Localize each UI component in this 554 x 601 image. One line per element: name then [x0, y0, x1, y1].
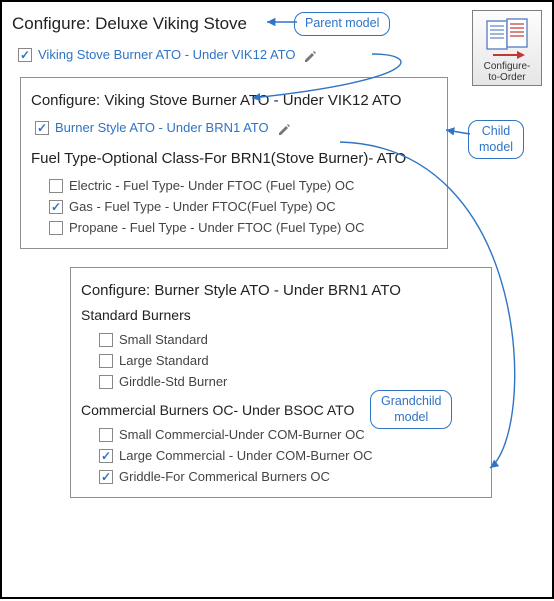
pencil-icon[interactable]	[277, 121, 291, 135]
checkbox-burner-style[interactable]	[35, 121, 49, 135]
commercial-burner-option-label: Griddle-For Commerical Burners OC	[119, 469, 330, 484]
option-viking-stove-burner[interactable]: Viking Stove Burner ATO - Under VIK12 AT…	[38, 47, 295, 62]
checkbox[interactable]	[49, 179, 63, 193]
callout-parent-model: Parent model	[294, 12, 390, 36]
fuel-type-option-label: Propane - Fuel Type - Under FTOC (Fuel T…	[69, 220, 365, 235]
callout-child-model: Child model	[468, 120, 524, 159]
fuel-type-options: Electric - Fuel Type- Under FTOC (Fuel T…	[31, 175, 437, 238]
checkbox[interactable]	[99, 354, 113, 368]
standard-burner-option-label: Girddle-Std Burner	[119, 374, 227, 389]
commercial-burners-options: Small Commercial-Under COM-Burner OC Lar…	[81, 424, 481, 487]
fuel-type-option-label: Gas - Fuel Type - Under FTOC(Fuel Type) …	[69, 199, 336, 214]
checkbox[interactable]	[99, 375, 113, 389]
child-model-panel: Configure: Viking Stove Burner ATO - Und…	[20, 77, 448, 249]
callout-grandchild-model: Grandchild model	[370, 390, 452, 429]
checkbox[interactable]	[49, 200, 63, 214]
grandchild-panel-title: Configure: Burner Style ATO - Under BRN1…	[81, 282, 481, 299]
checkbox[interactable]	[99, 428, 113, 442]
standard-burners-title: Standard Burners	[81, 307, 481, 323]
commercial-burner-option-label: Large Commercial - Under COM-Burner OC	[119, 448, 373, 463]
standard-burner-option-label: Small Standard	[119, 332, 208, 347]
configure-to-order-tile: Configure- to-Order	[472, 10, 542, 86]
checkbox[interactable]	[49, 221, 63, 235]
page-title: Configure: Deluxe Viking Stove	[12, 14, 542, 34]
documents-icon	[483, 17, 531, 61]
pencil-icon[interactable]	[303, 48, 317, 62]
fuel-type-option-label: Electric - Fuel Type- Under FTOC (Fuel T…	[69, 178, 354, 193]
arrow-child-callout	[446, 130, 470, 134]
fuel-type-group-title: Fuel Type-Optional Class-For BRN1(Stove …	[31, 150, 437, 167]
grandchild-model-panel: Configure: Burner Style ATO - Under BRN1…	[70, 267, 492, 498]
child-panel-title: Configure: Viking Stove Burner ATO - Und…	[31, 92, 437, 109]
checkbox-viking-stove-burner[interactable]	[18, 48, 32, 62]
checkbox[interactable]	[99, 470, 113, 484]
checkbox[interactable]	[99, 333, 113, 347]
standard-burners-options: Small Standard Large Standard Girddle-St…	[81, 329, 481, 392]
standard-burner-option-label: Large Standard	[119, 353, 209, 368]
configure-to-order-label: Configure- to-Order	[484, 61, 531, 83]
checkbox[interactable]	[99, 449, 113, 463]
option-burner-style[interactable]: Burner Style ATO - Under BRN1 ATO	[55, 120, 269, 135]
commercial-burner-option-label: Small Commercial-Under COM-Burner OC	[119, 427, 365, 442]
